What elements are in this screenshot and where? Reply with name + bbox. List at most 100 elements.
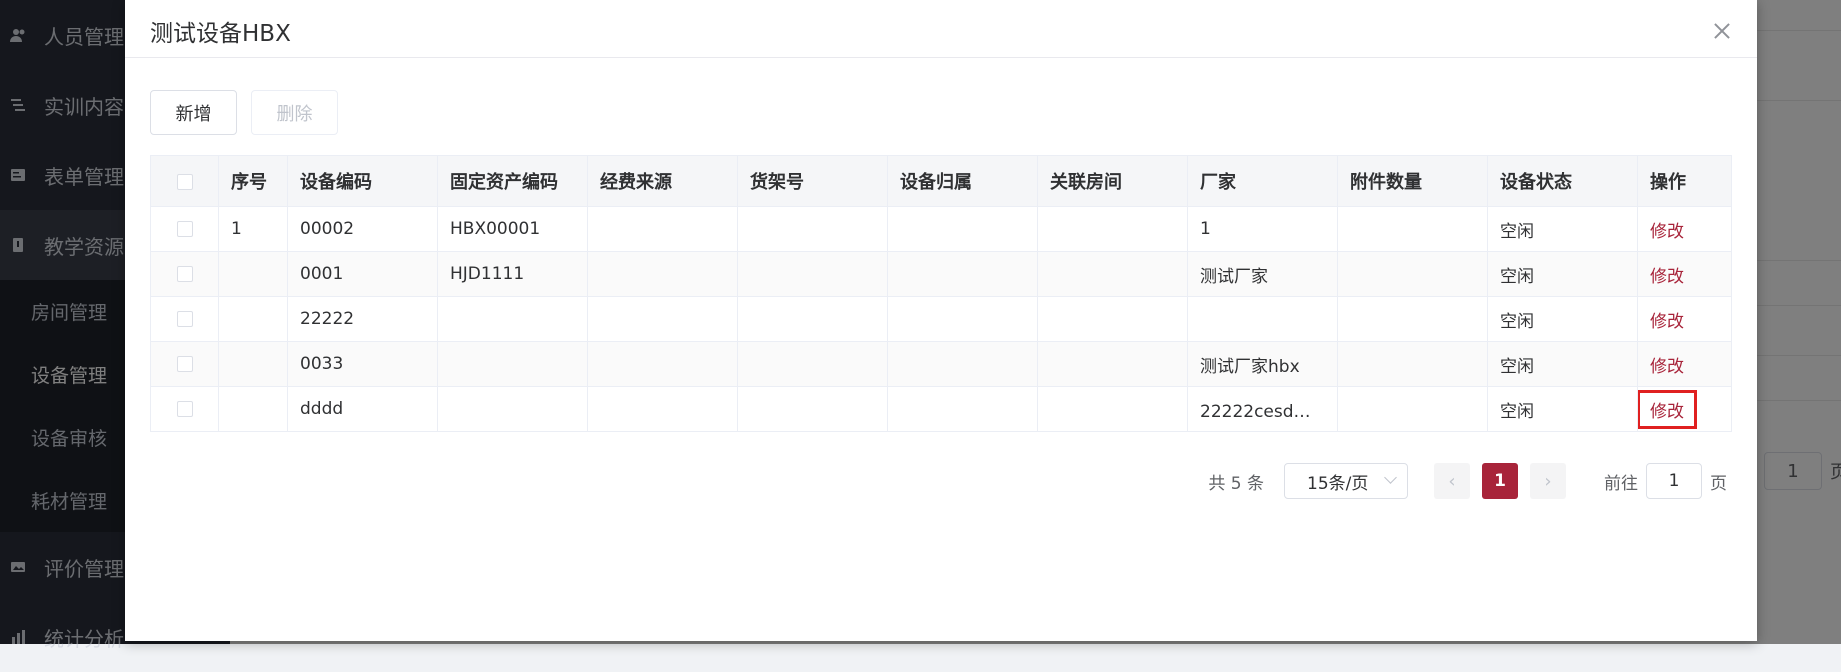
- page-size-value: 15条/页: [1307, 473, 1369, 494]
- table-header-row: 序号 设备编码 固定资产编码 经费来源 货架号 设备归属 关联房间 厂家 附件数…: [150, 155, 1732, 207]
- cell-code: 0001: [287, 251, 438, 297]
- cell-asset-code: HJD1111: [437, 251, 588, 297]
- select-all-cell: [150, 155, 219, 207]
- column-header: 经费来源: [587, 155, 738, 207]
- prev-page-button[interactable]: ‹: [1434, 463, 1470, 499]
- cell-action: 修改: [1637, 296, 1732, 342]
- cell-shelf: [737, 341, 888, 387]
- column-header: 设备编码: [287, 155, 438, 207]
- edit-link[interactable]: 修改: [1650, 352, 1684, 377]
- total-count: 共 5 条: [1208, 473, 1264, 494]
- goto-prefix: 前往: [1604, 473, 1638, 494]
- cell-asset-code: HBX00001: [437, 206, 588, 252]
- cell-attachments: [1337, 251, 1488, 297]
- cell-index: [218, 251, 288, 297]
- column-header: 固定资产编码: [437, 155, 588, 207]
- cell-maker: 22222cesd测…: [1187, 386, 1338, 432]
- row-select-cell: [150, 341, 219, 387]
- cell-shelf: [737, 206, 888, 252]
- row-checkbox[interactable]: [176, 311, 193, 327]
- cell-attachments: [1337, 341, 1488, 387]
- device-table: 序号 设备编码 固定资产编码 经费来源 货架号 设备归属 关联房间 厂家 附件数…: [150, 155, 1732, 432]
- device-dialog: 测试设备HBX 新增 删除 序号 设备编码 固定资产编码 经费来源 货架号 设备: [125, 0, 1757, 641]
- dialog-toolbar: 新增 删除: [150, 90, 338, 135]
- cell-fund: [587, 251, 738, 297]
- column-header: 关联房间: [1037, 155, 1188, 207]
- goto-page-input[interactable]: 1: [1646, 463, 1702, 499]
- cell-maker: [1187, 296, 1338, 342]
- edit-link-highlighted[interactable]: 修改: [1638, 389, 1697, 429]
- cell-asset-code: [437, 386, 588, 432]
- cell-action: 修改: [1637, 251, 1732, 297]
- table-row: dddd 22222cesd测… 空闲 修改: [150, 386, 1732, 432]
- cell-action: 修改: [1637, 206, 1732, 252]
- cell-owner: [887, 251, 1038, 297]
- cell-status: 空闲: [1487, 251, 1638, 297]
- row-select-cell: [150, 251, 219, 297]
- pagination: 共 5 条 15条/页 ‹ 1 › 前往 1 页: [1208, 463, 1727, 499]
- cell-room: [1037, 341, 1188, 387]
- cell-status: 空闲: [1487, 296, 1638, 342]
- edit-link[interactable]: 修改: [1650, 262, 1684, 287]
- row-checkbox[interactable]: [176, 401, 193, 417]
- row-checkbox[interactable]: [176, 266, 193, 282]
- table-row: 1 00002 HBX00001 1 空闲 修改: [150, 206, 1732, 252]
- cell-room: [1037, 251, 1188, 297]
- column-header: 操作: [1637, 155, 1732, 207]
- column-header: 附件数量: [1337, 155, 1488, 207]
- column-header: 设备状态: [1487, 155, 1638, 207]
- cell-index: [218, 296, 288, 342]
- edit-link[interactable]: 修改: [1650, 217, 1684, 242]
- cell-action: 修改: [1637, 386, 1732, 432]
- dialog-title: 测试设备HBX: [150, 21, 291, 47]
- cell-shelf: [737, 386, 888, 432]
- cell-status: 空闲: [1487, 206, 1638, 252]
- goto-suffix: 页: [1710, 473, 1727, 494]
- cell-maker: 1: [1187, 206, 1338, 252]
- dialog-header: 测试设备HBX: [125, 0, 1757, 58]
- cell-room: [1037, 296, 1188, 342]
- cell-attachments: [1337, 386, 1488, 432]
- cell-shelf: [737, 251, 888, 297]
- row-select-cell: [150, 206, 219, 252]
- cell-asset-code: [437, 296, 588, 342]
- close-icon[interactable]: [1713, 22, 1731, 40]
- cell-code: 00002: [287, 206, 438, 252]
- cell-attachments: [1337, 206, 1488, 252]
- cell-index: 1: [218, 206, 288, 252]
- cell-index: [218, 386, 288, 432]
- row-checkbox[interactable]: [176, 221, 193, 237]
- cell-room: [1037, 206, 1188, 252]
- cell-code: 0033: [287, 341, 438, 387]
- cell-fund: [587, 386, 738, 432]
- column-header: 设备归属: [887, 155, 1038, 207]
- row-select-cell: [150, 296, 219, 342]
- cell-owner: [887, 386, 1038, 432]
- edit-link[interactable]: 修改: [1650, 307, 1684, 332]
- column-header: 厂家: [1187, 155, 1338, 207]
- cell-maker: 测试厂家hbx: [1187, 341, 1338, 387]
- cell-owner: [887, 206, 1038, 252]
- page-number-current[interactable]: 1: [1482, 463, 1518, 499]
- row-select-cell: [150, 386, 219, 432]
- cell-action: 修改: [1637, 341, 1732, 387]
- select-all-checkbox[interactable]: [176, 173, 193, 190]
- cell-attachments: [1337, 296, 1488, 342]
- chevron-down-icon: [1384, 471, 1397, 484]
- cell-room: [1037, 386, 1188, 432]
- row-checkbox[interactable]: [176, 356, 193, 372]
- next-page-button[interactable]: ›: [1530, 463, 1566, 499]
- cell-status: 空闲: [1487, 341, 1638, 387]
- add-button[interactable]: 新增: [150, 90, 237, 135]
- column-header: 序号: [218, 155, 288, 207]
- cell-code: 22222: [287, 296, 438, 342]
- page-size-select[interactable]: 15条/页: [1284, 463, 1408, 499]
- table-row: 0033 测试厂家hbx 空闲 修改: [150, 341, 1732, 387]
- cell-shelf: [737, 296, 888, 342]
- goto-page: 前往 1 页: [1604, 463, 1727, 499]
- cell-fund: [587, 341, 738, 387]
- delete-button[interactable]: 删除: [251, 90, 338, 135]
- cell-owner: [887, 296, 1038, 342]
- column-header: 货架号: [737, 155, 888, 207]
- cell-fund: [587, 206, 738, 252]
